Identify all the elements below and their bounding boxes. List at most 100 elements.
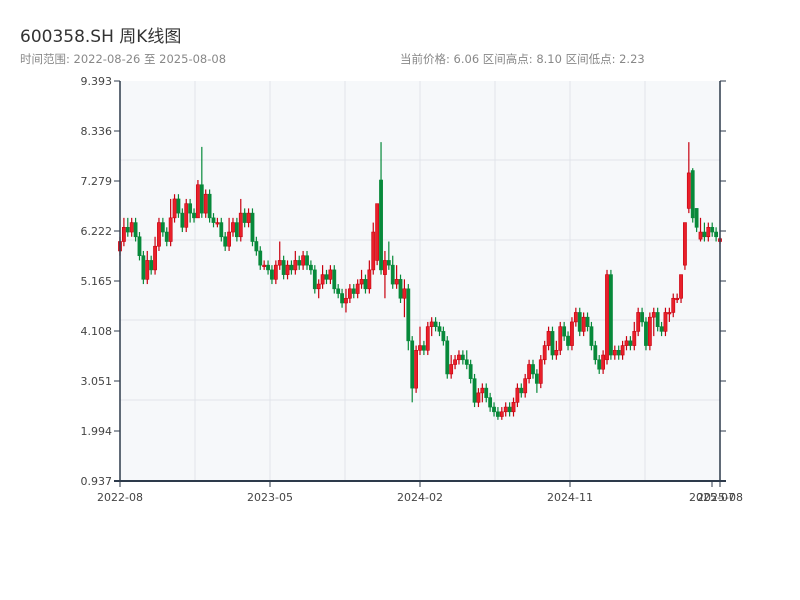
candle-body (281, 260, 286, 275)
candle-body (647, 316, 652, 346)
candle-body (577, 312, 582, 332)
candle-body (207, 193, 212, 219)
candle-body (340, 293, 344, 304)
candle-body (129, 222, 134, 233)
candle-body (402, 288, 407, 299)
candle-body (476, 392, 481, 403)
candle-body (593, 345, 598, 361)
candle-body (644, 321, 648, 346)
candle-body (390, 264, 395, 285)
x-tick-label: 2022-08 (97, 491, 143, 504)
candle (538, 355, 543, 389)
candle-body (714, 231, 719, 238)
candle-body (125, 227, 130, 233)
candle-body (710, 227, 715, 233)
candle-body (297, 260, 302, 266)
candle-body (609, 274, 613, 356)
candle (184, 198, 189, 233)
candle-body (542, 345, 547, 361)
candle-body (488, 397, 493, 408)
candle-body (499, 411, 504, 417)
candle-body (219, 222, 224, 238)
candle-body (702, 231, 707, 238)
candle-body (266, 264, 270, 271)
candle-body (418, 345, 422, 351)
candle-body (192, 212, 196, 219)
candle (683, 222, 687, 270)
candle-body (246, 212, 251, 223)
x-tick-label: 2025-08 (697, 491, 743, 504)
candle (605, 269, 609, 365)
candle-body (597, 359, 602, 370)
candle (550, 326, 555, 360)
candle-body (223, 236, 228, 247)
candle-body (164, 231, 169, 242)
candle-body (511, 402, 516, 413)
candle-body (562, 326, 567, 337)
candle-body (655, 312, 660, 327)
candle-body (285, 264, 290, 275)
candle-body (538, 359, 543, 384)
candle-body (176, 198, 181, 214)
candle-body (371, 231, 376, 271)
candle (157, 217, 161, 251)
candle-body (227, 231, 231, 247)
candle-body (441, 331, 446, 342)
candle-body (344, 297, 348, 304)
candle-body (379, 179, 383, 271)
candle-body (262, 264, 267, 267)
candle-body (550, 331, 555, 356)
candle-body (406, 288, 411, 342)
candle (690, 168, 695, 223)
candle-body (453, 359, 457, 365)
x-tick-label: 2023-05 (247, 491, 293, 504)
candle-body (328, 269, 333, 280)
candle-body (375, 203, 380, 261)
candle (141, 250, 146, 285)
candle-body (188, 203, 193, 214)
candle-body (667, 312, 672, 315)
candle-body (507, 406, 512, 413)
candle-body (698, 231, 703, 240)
candle-body (305, 255, 309, 266)
candle-body (612, 349, 617, 356)
candle-body (273, 264, 278, 280)
candle (445, 336, 450, 379)
candle-body (199, 184, 204, 214)
candle-body (605, 274, 609, 361)
candle (406, 284, 411, 351)
candle-body (367, 269, 372, 290)
candle-body (386, 260, 391, 266)
candle-body (184, 203, 189, 228)
y-tick-label: 3.051 (81, 375, 113, 388)
x-tick-label: 2024-11 (547, 491, 593, 504)
candle-body (616, 349, 621, 356)
candle-body (141, 255, 146, 280)
candle-body (258, 250, 263, 266)
candle (250, 208, 255, 247)
candle (196, 180, 200, 219)
candle-body (492, 406, 496, 413)
candle-body (351, 288, 356, 294)
candle-body (172, 198, 177, 219)
candle-body (394, 279, 399, 285)
candle-body (234, 222, 239, 238)
candle-body (157, 222, 161, 247)
y-tick-label: 1.994 (81, 425, 113, 438)
candle-body (289, 264, 294, 271)
candle-body (460, 354, 465, 361)
y-tick-label: 9.393 (81, 75, 113, 88)
y-tick-label: 0.937 (81, 475, 113, 488)
candle-body (203, 193, 208, 214)
candle-body (336, 288, 341, 294)
candle-body (414, 349, 419, 389)
candle (207, 189, 212, 223)
candle-body (270, 269, 274, 280)
candle-body (293, 260, 298, 271)
candle-body (309, 264, 313, 271)
candle (425, 321, 430, 356)
candle-body (683, 222, 687, 266)
candle-body (332, 269, 337, 290)
candle-body (312, 269, 317, 290)
candle-body (437, 326, 442, 332)
